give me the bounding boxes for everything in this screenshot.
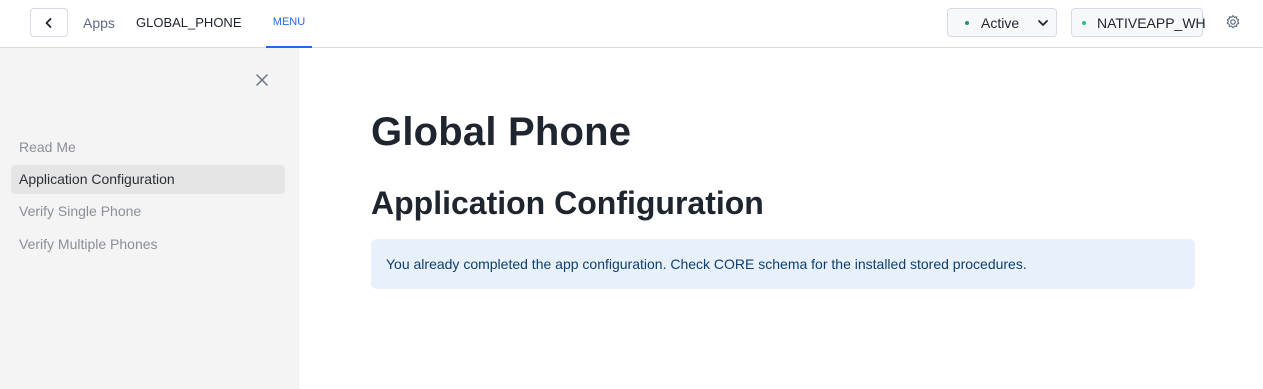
sidebar-item-application-configuration[interactable]: Application Configuration: [11, 165, 285, 194]
page-title: Global Phone: [371, 110, 632, 154]
section-title: Application Configuration: [371, 185, 764, 221]
breadcrumb-apps[interactable]: Apps: [83, 15, 115, 31]
warehouse-selector[interactable]: NATIVEAPP_WH: [1071, 8, 1206, 37]
chevron-down-icon: [1038, 20, 1048, 26]
sidebar-item-read-me[interactable]: Read Me: [11, 133, 285, 162]
chevron-left-icon: [45, 17, 52, 28]
status-dot-icon: [965, 21, 969, 25]
warehouse-label: NATIVEAPP_WH: [1097, 15, 1206, 31]
info-alert: You already completed the app configurat…: [371, 239, 1195, 289]
status-label: Active: [981, 15, 1020, 31]
status-dropdown[interactable]: Active: [947, 8, 1057, 37]
tab-menu[interactable]: MENU: [266, 0, 312, 48]
top-bar: Apps GLOBAL_PHONE MENU Active NATIVEAPP_…: [0, 0, 1263, 48]
breadcrumb-app-name: GLOBAL_PHONE: [136, 15, 242, 30]
sidebar-item-verify-multiple-phones[interactable]: Verify Multiple Phones: [11, 230, 285, 259]
sidebar: Read Me Application Configuration Verify…: [0, 48, 299, 389]
sidebar-item-verify-single-phone[interactable]: Verify Single Phone: [11, 197, 285, 226]
back-button[interactable]: [30, 8, 68, 37]
warehouse-status-dot-icon: [1082, 21, 1086, 25]
gear-icon[interactable]: [1225, 14, 1241, 30]
close-icon[interactable]: [255, 73, 269, 87]
